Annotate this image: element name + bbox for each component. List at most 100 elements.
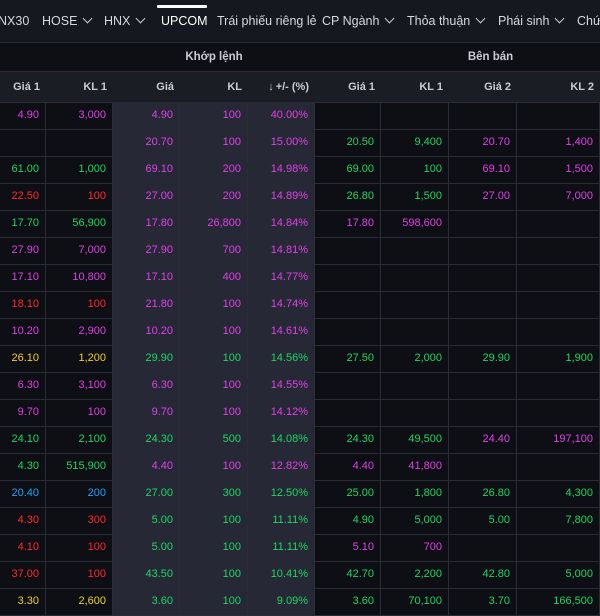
table-cell [517,372,600,399]
column-header[interactable]: KL [180,72,248,102]
column-header-label: KL 2 [570,81,594,93]
table-cell: 1,500 [517,156,600,183]
table-row[interactable]: 20.70 100 15.00% 20.50 9,400 20.70 1,400 [0,129,600,157]
table-cell: 4.90 [113,102,180,129]
column-header[interactable]: KL 1 [46,72,113,102]
table-cell [517,264,600,291]
tab-nx30[interactable]: NX30 [0,14,29,28]
tab-chứ[interactable]: Chứ [577,14,600,28]
table-cell: 4.10 [0,534,46,561]
tab-label: HNX [104,14,131,28]
table-row[interactable]: 61.00 1,000 69.10 200 14.98% 69.00 100 69.10 1,5… [0,156,600,184]
table-cell: 70,100 [381,588,449,615]
table-cell: 15.00% [248,129,315,156]
table-cell: 69.00 [315,156,381,183]
table-row[interactable]: 27.90 7,000 27.90 700 14.81% [0,237,600,265]
group-header-match: Khớp lệnh [185,51,243,63]
table-cell: 27.50 [315,345,381,372]
table-cell [315,102,381,129]
table-cell: 20.40 [0,480,46,507]
table-cell [517,534,600,561]
table-cell: 27.00 [113,480,180,507]
sort-down-icon: ↓ [268,81,274,93]
table-cell [381,291,449,318]
table-cell: 11.11% [248,534,315,561]
table-cell: 4.90 [0,102,46,129]
table-cell: 17.70 [0,210,46,237]
tab-cp-ngành[interactable]: CP Ngành [322,13,395,28]
column-header[interactable]: Giá 1 [0,72,46,102]
table-cell [381,318,449,345]
table-cell: 700 [381,534,449,561]
tab-label: Phái sinh [498,14,550,28]
table-cell: 27.00 [113,183,180,210]
table-cell: 3.60 [315,588,381,615]
table-row[interactable]: 24.10 2,100 24.30 500 14.08% 24.30 49,500 24.40… [0,426,600,454]
column-header[interactable]: Giá 2 [449,72,517,102]
table-cell [381,372,449,399]
table-cell: 18.10 [0,291,46,318]
table-row[interactable]: 20.40 200 27.00 300 12.50% 25.00 1,800 26.80 4,3… [0,480,600,508]
table-row[interactable]: 18.10 100 21.80 100 14.74% [0,291,600,319]
tab-hose[interactable]: HOSE [42,13,93,28]
table-cell: 21.80 [113,291,180,318]
chevron-down-icon [82,13,93,24]
table-row[interactable]: 37.00 100 43.50 100 10.41% 42.70 2,200 42.80 5,0… [0,561,600,589]
table-cell: 7,800 [517,507,600,534]
column-header[interactable]: KL 2 [517,72,600,102]
table-cell: 300 [180,480,248,507]
table-row[interactable]: 6.30 3,100 6.30 100 14.55% [0,372,600,400]
table-cell: 197,100 [517,426,600,453]
tab-phái-sinh[interactable]: Phái sinh [498,13,565,28]
table-cell: 14.84% [248,210,315,237]
table-cell: 3.70 [449,588,517,615]
table-cell: 7,000 [517,183,600,210]
tab-thỏa-thuận[interactable]: Thỏa thuận [407,13,486,28]
table-cell [381,399,449,426]
table-cell: 20.50 [315,129,381,156]
table-cell: 200 [180,156,248,183]
table-row[interactable]: 4.30 515,900 4.40 100 12.82% 4.40 41,800 [0,453,600,481]
tab-hnx[interactable]: HNX [104,13,146,28]
table-row[interactable]: 4.10 100 5.00 100 11.11% 5.10 700 [0,534,600,562]
column-header[interactable]: Giá 1 [315,72,381,102]
table-row[interactable]: 9.70 100 9.70 100 14.12% [0,399,600,427]
table-cell: 10.41% [248,561,315,588]
table-cell: 14.55% [248,372,315,399]
table-row[interactable]: 4.30 300 5.00 100 11.11% 4.90 5,000 5.00 7,800 [0,507,600,535]
table-cell: 100 [180,318,248,345]
table-cell: 1,200 [46,345,113,372]
table-cell: 26.80 [449,480,517,507]
table-cell: 5.00 [449,507,517,534]
table-cell: 3.60 [113,588,180,615]
table-cell: 100 [46,534,113,561]
table-cell: 2,000 [381,345,449,372]
table-row[interactable]: 17.10 10,800 17.10 400 14.77% [0,264,600,292]
table-cell: 100 [180,291,248,318]
table-cell [517,453,600,480]
table-cell: 49,500 [381,426,449,453]
table-row[interactable]: 26.10 1,200 29.90 100 14.56% 27.50 2,000 29.90 1… [0,345,600,373]
table-cell: 37.00 [0,561,46,588]
tab-upcom[interactable]: UPCOM [161,14,208,28]
column-header[interactable]: ↓ +/- (%) [248,72,315,102]
table-cell [517,210,600,237]
table-row[interactable]: 4.90 3,000 4.90 100 40.00% [0,102,600,130]
tab-trái-phiếu-riêng-lẻ[interactable]: Trái phiếu riêng lẻ [217,14,317,28]
table-cell: 4.40 [113,453,180,480]
table-cell: 24.30 [315,426,381,453]
table-row[interactable]: 17.70 56,900 17.80 26,800 14.84% 17.80 598,600 [0,210,600,238]
column-header[interactable]: Giá [113,72,180,102]
column-header-label: +/- (%) [275,81,309,93]
column-header[interactable]: KL 1 [381,72,449,102]
table-row[interactable]: 10.20 2,900 10.20 100 14.61% [0,318,600,346]
column-header-label: Giá 2 [484,81,511,93]
table-row[interactable]: 3.30 2,600 3.60 100 9.09% 3.60 70,100 3.70 166,5… [0,588,600,616]
table-row[interactable]: 22.50 100 27.00 200 14.89% 26.80 1,500 27.00 7,0… [0,183,600,211]
table-cell: 100 [180,588,248,615]
table-cell [449,264,517,291]
table-cell: 100 [46,183,113,210]
table-cell: 1,800 [381,480,449,507]
table-cell: 14.61% [248,318,315,345]
table-cell: 40.00% [248,102,315,129]
